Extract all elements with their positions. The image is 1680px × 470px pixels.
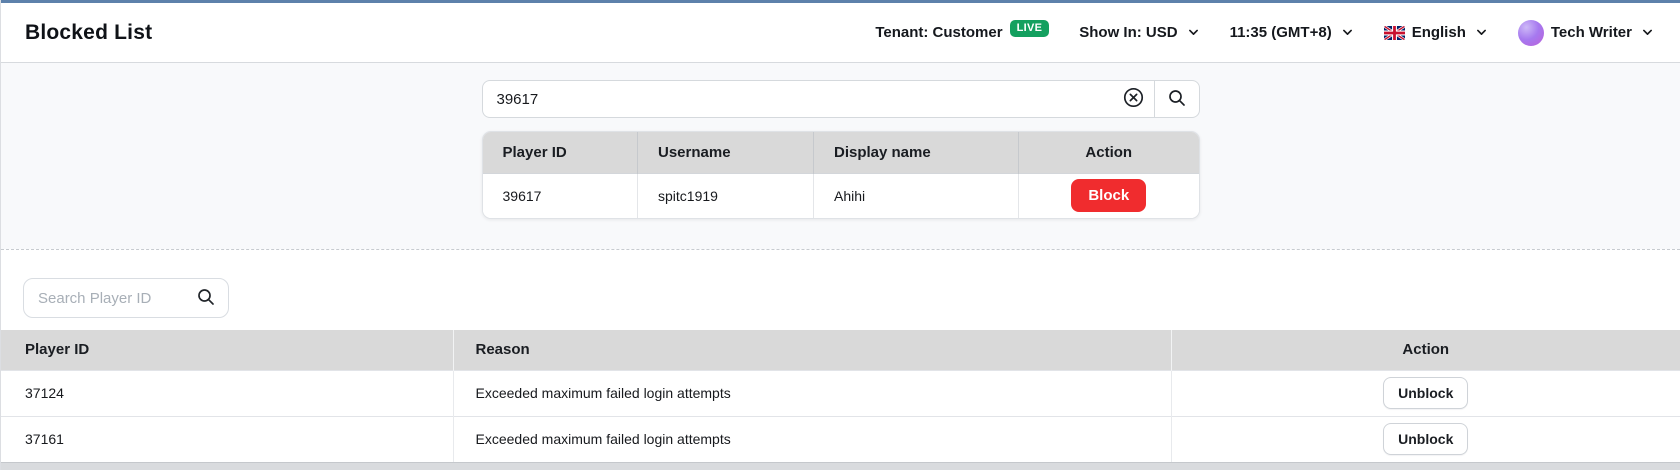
blocked-reason-cell: Exceeded maximum failed login attempts [453,416,1171,462]
timezone-dropdown[interactable]: 11:35 (GMT+8) [1230,24,1354,41]
player-lookup-section: Player ID Username Display name Action 3… [1,63,1680,249]
blocked-reason-cell: Exceeded maximum failed login attempts [453,370,1171,416]
page: Blocked List Tenant: Customer LIVE Show … [0,0,1680,470]
lookup-col-action: Action [1019,132,1199,173]
search-icon [197,288,215,309]
search-submit-button[interactable] [1155,81,1199,117]
chevron-down-icon [1187,26,1200,39]
player-search-bar [482,80,1200,118]
lookup-col-username: Username [638,132,814,173]
show-in-label: Show In: USD [1079,24,1177,41]
lookup-table-header-row: Player ID Username Display name Action [483,132,1199,173]
lookup-player-id-cell: 39617 [483,173,638,218]
chevron-down-icon [1475,26,1488,39]
chevron-down-icon [1641,26,1654,39]
uk-flag-icon [1384,26,1405,40]
clear-circle-x-icon [1123,87,1144,111]
blocked-col-reason: Reason [453,330,1171,370]
tenant-indicator: Tenant: Customer LIVE [875,24,1049,41]
player-search-input[interactable] [483,81,1113,117]
unblock-button[interactable]: Unblock [1383,423,1468,455]
time-label: 11:35 (GMT+8) [1230,24,1332,41]
blocked-player-id-cell: 37161 [1,416,453,462]
blocked-search-input[interactable] [24,290,191,307]
lookup-action-cell: Block [1019,173,1199,218]
page-title: Blocked List [25,21,152,45]
blocked-list-search [23,278,229,318]
blocked-players-table: Player ID Reason Action 37124 Exceeded m… [1,330,1680,470]
lookup-result-table: Player ID Username Display name Action 3… [482,131,1200,219]
lookup-display-name-cell: Ahihi [814,173,1019,218]
unblock-button[interactable]: Unblock [1383,377,1468,409]
user-menu[interactable]: Tech Writer [1518,20,1654,46]
table-bottom-strip [1,462,1680,470]
block-button[interactable]: Block [1071,179,1146,212]
lookup-col-display-name: Display name [814,132,1019,173]
blocked-player-id-cell: 37124 [1,370,453,416]
user-avatar [1518,20,1544,46]
blocked-search-button[interactable] [191,288,228,309]
lookup-table-row: 39617 spitc1919 Ahihi Block [483,173,1199,218]
blocked-action-cell: Unblock [1171,370,1680,416]
chevron-down-icon [1341,26,1354,39]
blocked-table-header-row: Player ID Reason Action [1,330,1680,370]
tenant-label: Tenant: Customer [875,24,1002,41]
blocked-table-row: 37161 Exceeded maximum failed login atte… [1,416,1680,462]
blocked-table-row: 37124 Exceeded maximum failed login atte… [1,370,1680,416]
user-name-label: Tech Writer [1551,24,1632,41]
clear-search-button[interactable] [1113,81,1154,117]
app-header: Blocked List Tenant: Customer LIVE Show … [1,3,1680,63]
lookup-username-cell: spitc1919 [638,173,814,218]
blocked-action-cell: Unblock [1171,416,1680,462]
search-icon [1168,89,1186,110]
blocked-col-player-id: Player ID [1,330,453,370]
lookup-col-player-id: Player ID [483,132,638,173]
blocked-list-section: Player ID Reason Action 37124 Exceeded m… [1,250,1680,470]
language-dropdown[interactable]: English [1384,24,1488,41]
show-in-currency-dropdown[interactable]: Show In: USD [1079,24,1199,41]
header-right: Tenant: Customer LIVE Show In: USD 11:35… [875,20,1654,46]
language-label: English [1412,24,1466,41]
live-badge: LIVE [1010,20,1050,37]
blocked-col-action: Action [1171,330,1680,370]
